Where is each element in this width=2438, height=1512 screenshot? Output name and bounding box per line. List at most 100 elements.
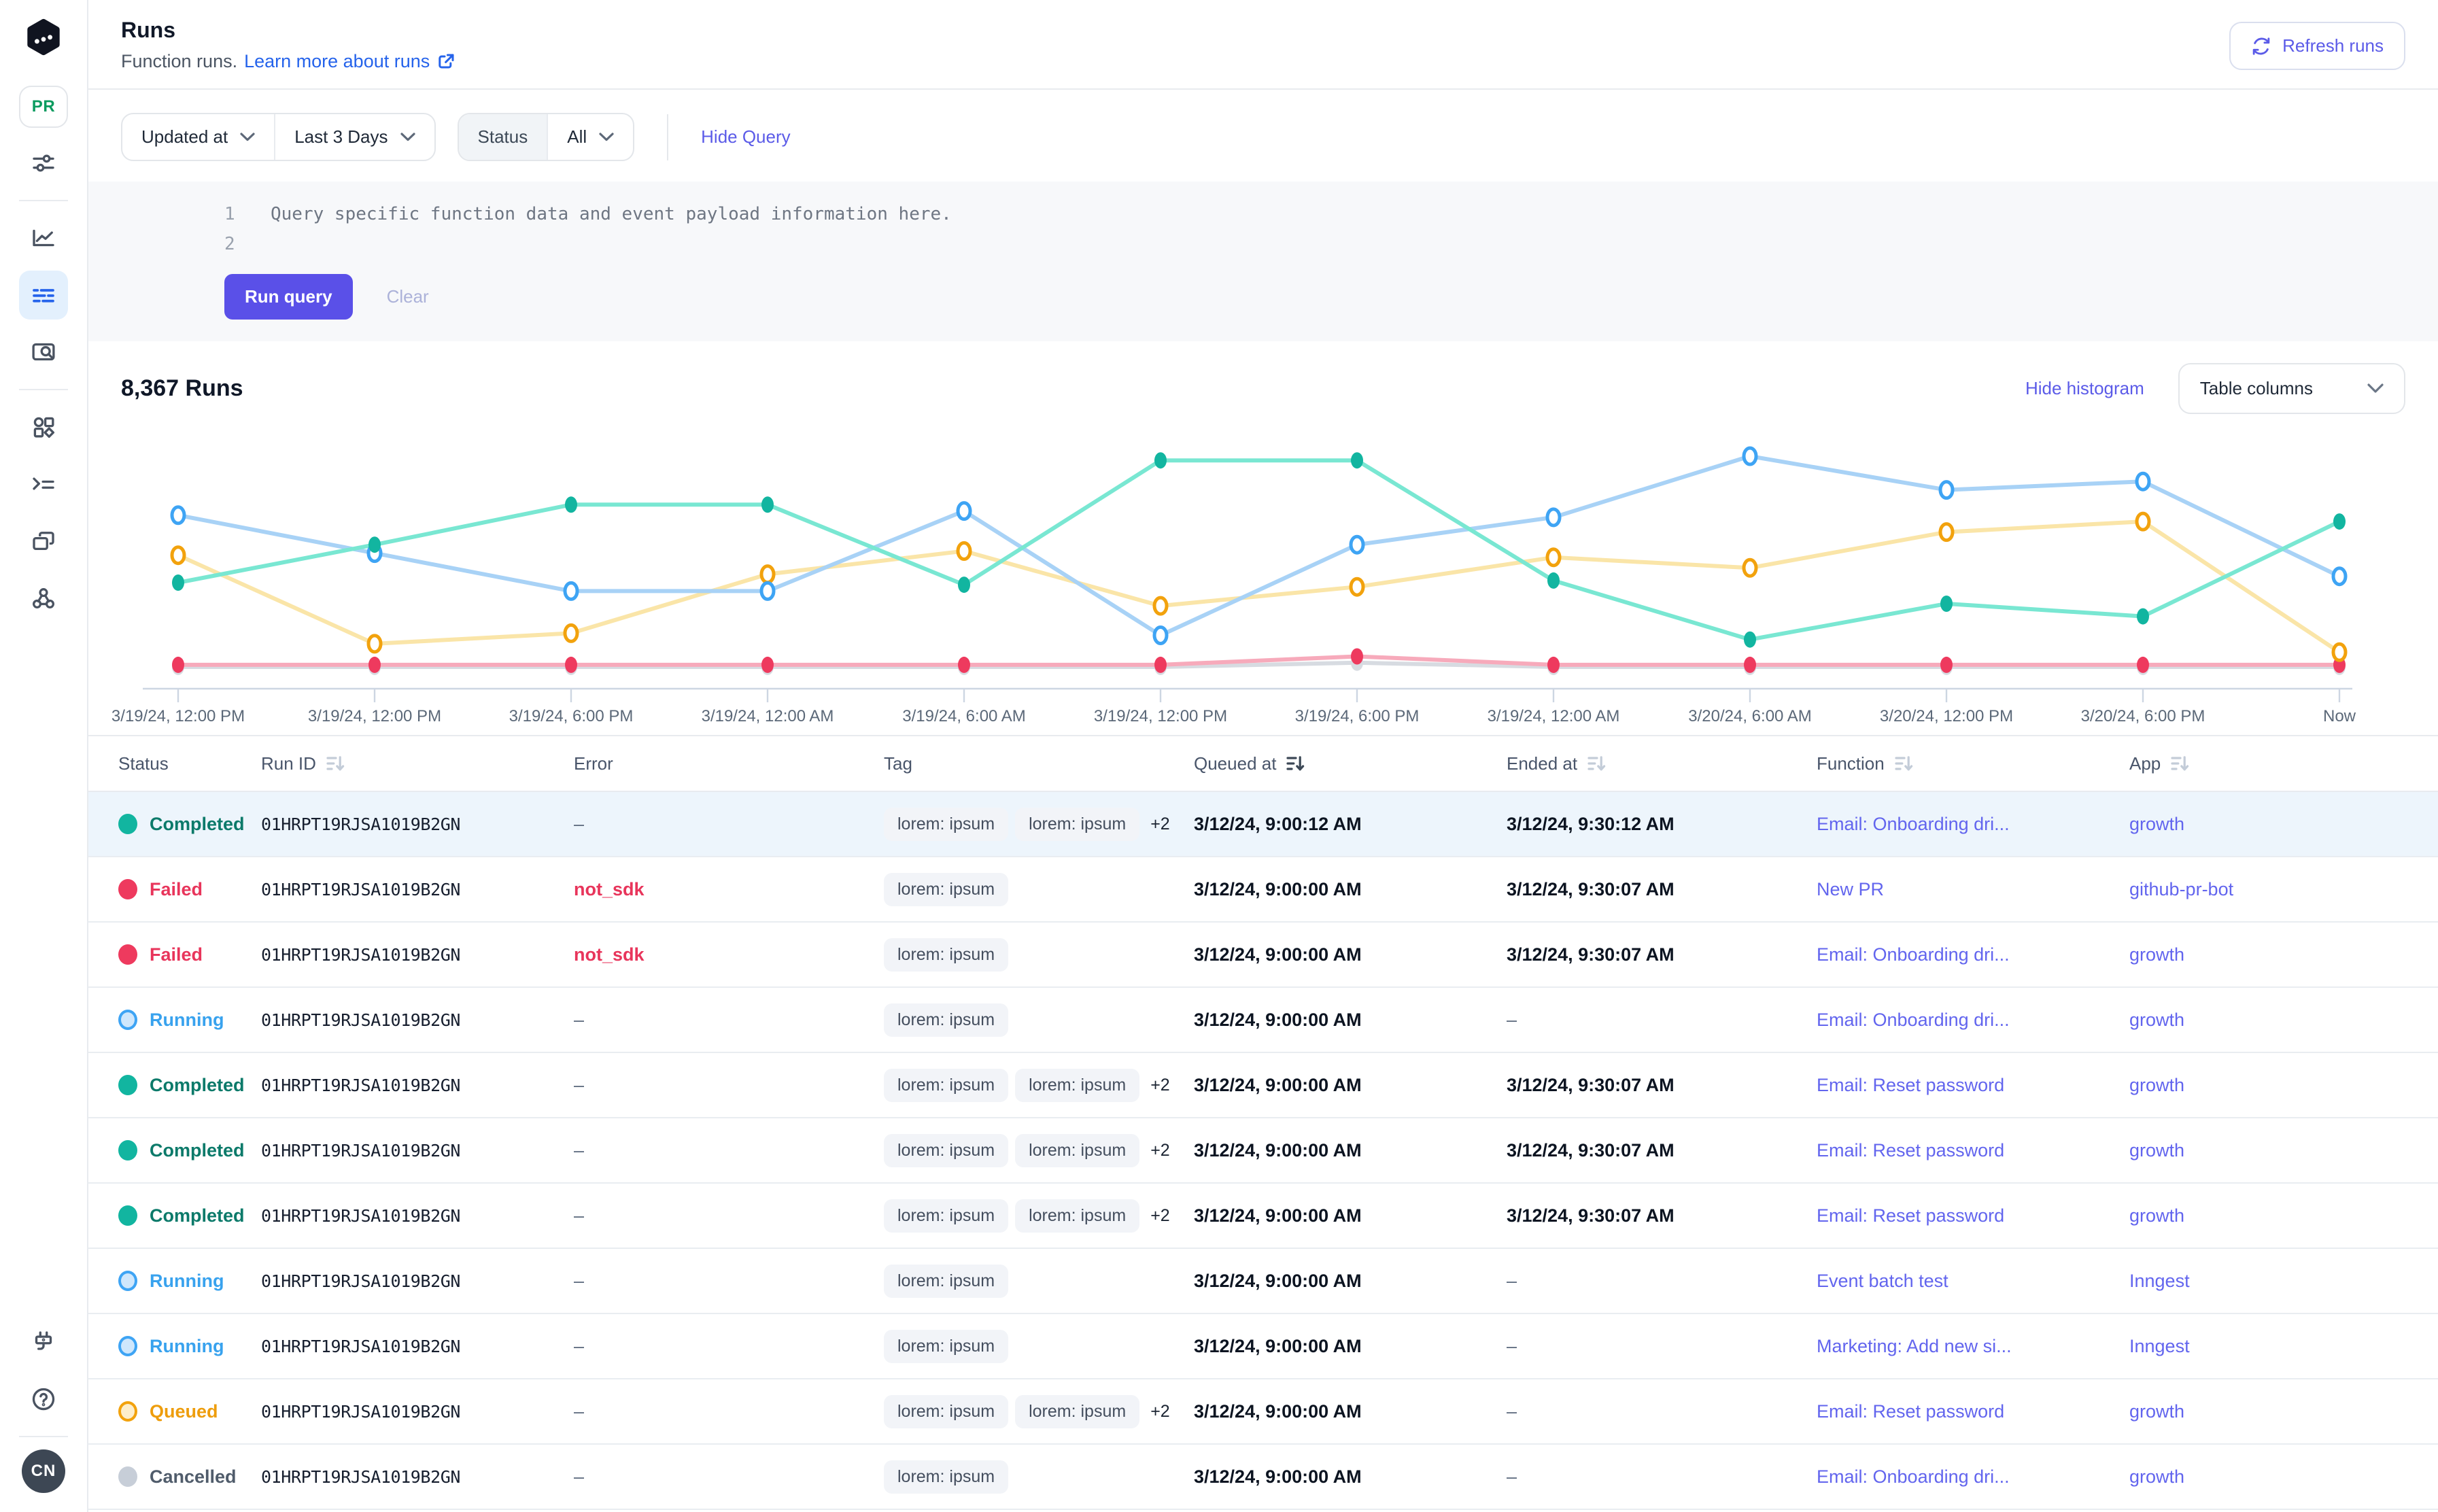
filter-sliders-icon[interactable] <box>19 139 68 188</box>
run-query-button[interactable]: Run query <box>224 274 353 320</box>
tags-more-count[interactable]: +2 <box>1150 1206 1170 1226</box>
status-filter-dropdown[interactable]: All <box>547 114 633 160</box>
table-row[interactable]: Failed 01HRPT19RJSA1019B2GN not_sdk lore… <box>88 857 2438 923</box>
windows-icon[interactable] <box>19 517 68 566</box>
tags-more-count[interactable]: +2 <box>1150 1402 1170 1422</box>
status-label: Queued <box>150 1401 218 1422</box>
apps-icon[interactable] <box>19 402 68 451</box>
app-link[interactable]: Inngest <box>2129 1336 2190 1357</box>
learn-more-link[interactable]: Learn more about runs <box>244 51 456 72</box>
ended-at: – <box>1496 1401 1806 1422</box>
function-link[interactable]: Email: Reset password <box>1817 1205 2004 1226</box>
status-filter-group: Status All <box>458 113 635 161</box>
sort-icon[interactable] <box>2170 754 2189 773</box>
series-point-completed <box>1744 632 1756 648</box>
function-link[interactable]: Event batch test <box>1817 1271 1948 1292</box>
column-header-run-id[interactable]: Run ID <box>250 753 563 774</box>
runs-icon[interactable] <box>19 271 68 320</box>
tags-more-count[interactable]: +2 <box>1150 1141 1170 1161</box>
tags-more-count[interactable]: +2 <box>1150 814 1170 834</box>
tag-pill: lorem: ipsum <box>1015 808 1139 841</box>
series-point-queued <box>1940 524 1953 540</box>
x-axis-label: 3/20/24, 6:00 PM <box>2081 707 2205 725</box>
function-link[interactable]: Email: Onboarding dri... <box>1817 1466 2010 1488</box>
table-row[interactable]: Running 01HRPT19RJSA1019B2GN – lorem: ip… <box>88 988 2438 1053</box>
column-label: Ended at <box>1507 753 1577 774</box>
series-point-running <box>172 507 184 523</box>
function-link[interactable]: Email: Onboarding dri... <box>1817 814 2010 835</box>
tag-pill: lorem: ipsum <box>884 1199 1008 1233</box>
function-link[interactable]: Marketing: Add new si... <box>1817 1336 2012 1357</box>
sort-field-dropdown[interactable]: Updated at <box>122 114 274 160</box>
series-point-failed <box>1940 657 1953 673</box>
table-row[interactable]: Completed 01HRPT19RJSA1019B2GN – lorem: … <box>88 1118 2438 1184</box>
help-icon[interactable] <box>19 1375 68 1424</box>
app-link[interactable]: growth <box>2129 1401 2184 1422</box>
table-row[interactable]: Running 01HRPT19RJSA1019B2GN – lorem: ip… <box>88 1249 2438 1314</box>
dev-server-icon[interactable] <box>19 1318 68 1367</box>
series-point-completed <box>761 496 774 513</box>
function-cell: Event batch test <box>1806 1271 2118 1292</box>
series-point-completed <box>1351 452 1363 468</box>
app-link[interactable]: growth <box>2129 1075 2184 1096</box>
status-cell: Completed <box>107 1140 250 1161</box>
table-row[interactable]: Completed 01HRPT19RJSA1019B2GN – lorem: … <box>88 1053 2438 1118</box>
sort-icon[interactable] <box>1894 754 1913 773</box>
events-icon[interactable] <box>19 460 68 509</box>
histogram-svg: 3/19/24, 12:00 PM3/19/24, 12:00 PM3/19/2… <box>88 428 2438 727</box>
column-header-ended-at[interactable]: Ended at <box>1496 753 1806 774</box>
app-link[interactable]: growth <box>2129 1140 2184 1161</box>
function-link[interactable]: Email: Reset password <box>1817 1401 2004 1422</box>
function-link[interactable]: New PR <box>1817 879 1884 900</box>
app-link[interactable]: growth <box>2129 814 2184 835</box>
clear-query-button[interactable]: Clear <box>387 286 429 307</box>
tag-list: lorem: ipsumlorem: ipsum +2 <box>873 808 1183 841</box>
app-link[interactable]: growth <box>2129 1010 2184 1031</box>
function-link[interactable]: Email: Onboarding dri... <box>1817 944 2010 965</box>
user-avatar[interactable]: CN <box>22 1449 65 1493</box>
event-search-icon[interactable] <box>19 328 68 377</box>
column-header-queued-at[interactable]: Queued at <box>1183 753 1496 774</box>
column-header-app[interactable]: App <box>2118 753 2419 774</box>
environment-badge[interactable]: PR <box>19 86 68 128</box>
app-link[interactable]: growth <box>2129 1205 2184 1226</box>
table-row[interactable]: Running 01HRPT19RJSA1019B2GN – lorem: ip… <box>88 1314 2438 1379</box>
table-row[interactable]: Completed 01HRPT19RJSA1019B2GN – lorem: … <box>88 792 2438 857</box>
table-row[interactable]: Queued 01HRPT19RJSA1019B2GN – lorem: ips… <box>88 1379 2438 1445</box>
hide-query-link[interactable]: Hide Query <box>701 126 791 148</box>
app-link[interactable]: growth <box>2129 944 2184 965</box>
table-row[interactable]: Completed 01HRPT19RJSA1019B2GN – lorem: … <box>88 1184 2438 1249</box>
function-link[interactable]: Email: Reset password <box>1817 1140 2004 1161</box>
error-value: – <box>563 1010 873 1031</box>
function-cell: Email: Onboarding dri... <box>1806 1466 2118 1488</box>
table-columns-dropdown[interactable]: Table columns <box>2178 363 2405 414</box>
hide-histogram-link[interactable]: Hide histogram <box>2025 378 2144 399</box>
series-point-running <box>1154 628 1167 644</box>
series-point-failed <box>1744 657 1756 673</box>
sort-icon[interactable] <box>1587 754 1606 773</box>
time-range-dropdown[interactable]: Last 3 Days <box>274 114 434 160</box>
inngest-logo-icon[interactable] <box>20 16 67 63</box>
sort-icon[interactable] <box>326 754 345 773</box>
app-link[interactable]: growth <box>2129 1466 2184 1488</box>
queued-at: 3/12/24, 9:00:00 AM <box>1183 1271 1496 1292</box>
column-header-status: Status <box>107 753 250 774</box>
tag-pill: lorem: ipsum <box>884 808 1008 841</box>
webhook-icon[interactable] <box>19 574 68 623</box>
app-link[interactable]: Inngest <box>2129 1271 2190 1292</box>
x-axis-label: 3/20/24, 6:00 AM <box>1688 707 1811 725</box>
queued-at: 3/12/24, 9:00:00 AM <box>1183 1401 1496 1422</box>
column-header-function[interactable]: Function <box>1806 753 2118 774</box>
tags-more-count[interactable]: +2 <box>1150 1076 1170 1095</box>
function-link[interactable]: Email: Reset password <box>1817 1075 2004 1096</box>
refresh-runs-button[interactable]: Refresh runs <box>2229 22 2405 70</box>
query-editor[interactable]: 1 Query specific function data and event… <box>88 182 2438 341</box>
metrics-icon[interactable] <box>19 213 68 262</box>
table-row[interactable]: Failed 01HRPT19RJSA1019B2GN not_sdk lore… <box>88 923 2438 988</box>
function-cell: Email: Onboarding dri... <box>1806 1010 2118 1031</box>
app-link[interactable]: github-pr-bot <box>2129 879 2233 900</box>
table-row[interactable]: Cancelled 01HRPT19RJSA1019B2GN – lorem: … <box>88 1445 2438 1510</box>
function-link[interactable]: Email: Onboarding dri... <box>1817 1010 2010 1031</box>
sort-icon[interactable] <box>1286 754 1305 773</box>
status-cell: Completed <box>107 814 250 835</box>
